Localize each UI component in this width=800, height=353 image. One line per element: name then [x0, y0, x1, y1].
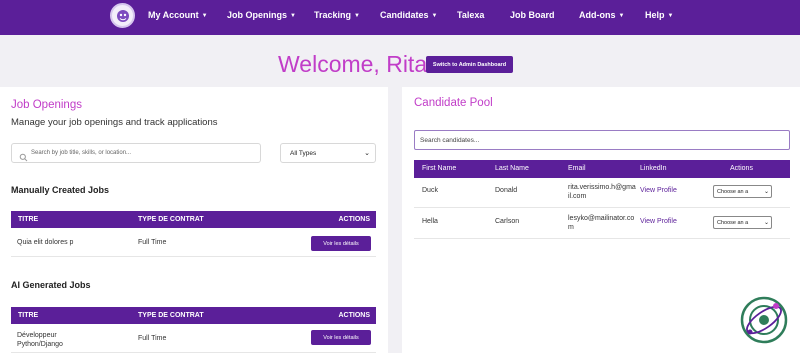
chevron-down-icon: ▼ [290, 13, 296, 19]
email-cell: lesyko@mailinator.com [568, 215, 635, 231]
job-title-line1: Développeur [17, 332, 57, 339]
nav-talexa[interactable]: Talexa [457, 10, 484, 20]
job-title-cell: Quia elit dolores p [17, 239, 74, 246]
header-actions: ACTIONS [338, 216, 371, 223]
view-details-button[interactable]: Voir les détails [311, 236, 371, 251]
header-email: Email [568, 165, 586, 172]
header-type-contrat: TYPE DE CONTRAT [138, 216, 204, 223]
logo-icon[interactable] [110, 3, 135, 28]
welcome-title: Welcome, Rita! [278, 51, 434, 77]
manual-jobs-title: Manually Created Jobs [11, 185, 110, 195]
ai-jobs-title: AI Generated Jobs [11, 280, 91, 290]
chevron-down-icon: ⌄ [763, 220, 769, 226]
table-row: Hella Carlson lesyko@mailinator.com View… [414, 209, 790, 239]
candidate-action-select[interactable]: Choose an a ⌄ [713, 216, 772, 229]
nav-add-ons[interactable]: Add-ons ▼ [579, 10, 624, 20]
view-profile-link[interactable]: View Profile [640, 187, 677, 194]
chevron-down-icon: ▼ [667, 13, 674, 19]
header-actions: Actions [730, 165, 753, 172]
candidate-action-select[interactable]: Choose an a ⌄ [713, 185, 772, 198]
header-titre: TITRE [18, 216, 39, 223]
ai-jobs-header: TITRE TYPE DE CONTRAT ACTIONS [11, 307, 376, 324]
view-profile-link[interactable]: View Profile [640, 218, 677, 225]
email-cell: rita.verissimo.h@gmail.com [568, 184, 636, 200]
chevron-down-icon: ⌄ [763, 189, 769, 195]
last-name-cell: Carlson [495, 218, 520, 225]
chevron-down-icon: ▼ [618, 13, 625, 19]
first-name-cell: Duck [422, 187, 438, 194]
last-name-cell: Donald [495, 187, 518, 194]
job-type-cell: Full Time [138, 335, 167, 342]
nav-job-board[interactable]: Job Board [510, 10, 555, 20]
chevron-down-icon: ▼ [431, 13, 438, 19]
switch-admin-dashboard-button[interactable]: Switch to Admin Dashboard [426, 56, 513, 73]
job-search-placeholder: Search by job title, skills, or location… [31, 150, 132, 156]
header-last-name: Last Name [495, 165, 529, 172]
job-openings-title: Job Openings [11, 99, 82, 111]
table-row: Duck Donald rita.verissimo.h@gmail.com V… [414, 178, 790, 208]
job-search-input[interactable]: Search by job title, skills, or location… [11, 143, 261, 163]
chevron-down-icon: ⌄ [364, 150, 370, 157]
chevron-down-icon: ▼ [354, 13, 360, 19]
top-navbar: My Account ▼ Job Openings ▼ Tracking ▼ Cand… [0, 0, 800, 35]
job-type-select[interactable]: All Types ⌄ [280, 143, 376, 163]
view-details-button[interactable]: Voir les détails [311, 330, 371, 345]
candidate-search-placeholder: Search candidates... [420, 137, 480, 144]
header-type-contrat: TYPE DE CONTRAT [138, 312, 204, 319]
nav-job-openings[interactable]: Job Openings ▼ [227, 10, 296, 20]
candidate-search-input[interactable]: Search candidates... [414, 130, 790, 150]
nav-candidates[interactable]: Candidates ▼ [380, 10, 437, 20]
nav-tracking[interactable]: Tracking ▼ [314, 10, 360, 20]
manual-jobs-header: TITRE TYPE DE CONTRAT ACTIONS [11, 211, 376, 228]
header-linkedin: LinkedIn [640, 165, 667, 172]
header-actions: ACTIONS [338, 312, 371, 319]
nav-my-account[interactable]: My Account ▼ [148, 10, 208, 20]
job-title-line2: Python/Django [17, 341, 63, 348]
first-name-cell: Hella [422, 218, 438, 225]
job-openings-panel: Job Openings Manage your job openings an… [0, 87, 388, 353]
assistant-orbit-icon[interactable] [738, 294, 790, 346]
job-type-cell: Full Time [138, 239, 167, 246]
header-first-name: First Name [422, 165, 457, 172]
search-icon [19, 149, 28, 167]
candidate-table-header: First Name Last Name Email LinkedIn Acti… [414, 160, 790, 178]
job-openings-subtitle: Manage your job openings and track appli… [11, 117, 218, 128]
nav-help[interactable]: Help ▼ [645, 10, 673, 20]
chevron-down-icon: ▼ [201, 13, 208, 19]
candidate-pool-title: Candidate Pool [414, 97, 493, 109]
job-type-value: All Types [290, 150, 317, 157]
header-titre: TITRE [18, 312, 39, 319]
